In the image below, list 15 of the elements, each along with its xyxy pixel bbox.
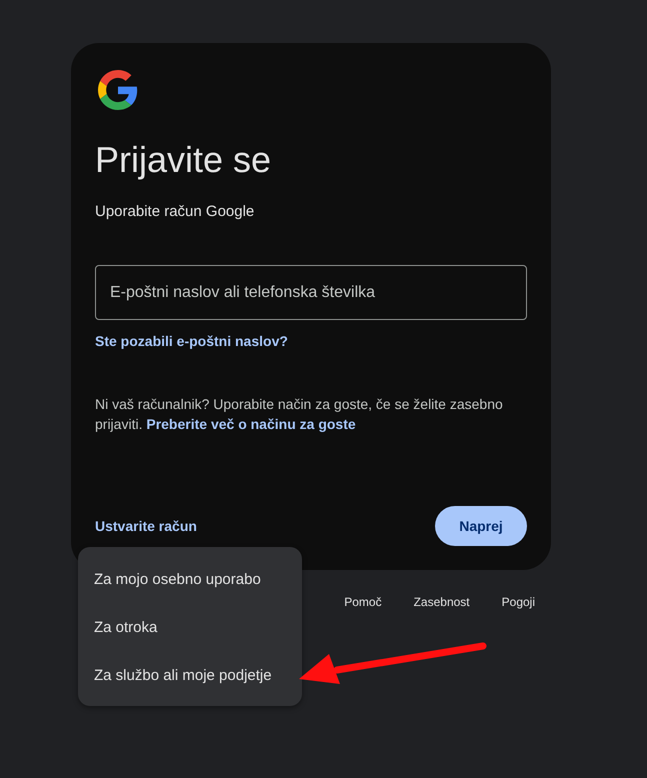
menu-item[interactable]: Za službo ali moje podjetje [78, 651, 302, 699]
menu-item[interactable]: Za mojo osebno uporabo [78, 555, 302, 603]
page-title: Prijavite se [95, 138, 272, 182]
footer-link[interactable]: Zasebnost [414, 594, 470, 610]
create-account-link[interactable]: Ustvarite račun [95, 516, 197, 536]
subtitle-text: Uporabite račun Google [95, 202, 254, 222]
email-field[interactable]: E-poštni naslov ali telefonska številka [95, 265, 527, 320]
menu-item[interactable]: Za otroka [78, 603, 302, 651]
next-button[interactable]: Naprej [435, 506, 527, 546]
guest-mode-notice: Ni vaš računalnik? Uporabite način za goste, če se želite zasebno prijaviti. Preberite več o načinu za goste [95, 395, 504, 434]
footer-link[interactable]: Pogoji [502, 594, 535, 610]
guest-mode-link[interactable]: Preberite več o načinu za goste [146, 416, 356, 432]
g-logo-icon [98, 70, 138, 110]
footer-link[interactable]: Pomoč [344, 594, 382, 610]
forgot-email-link[interactable]: Ste pozabili e-poštni naslov? [95, 333, 288, 349]
